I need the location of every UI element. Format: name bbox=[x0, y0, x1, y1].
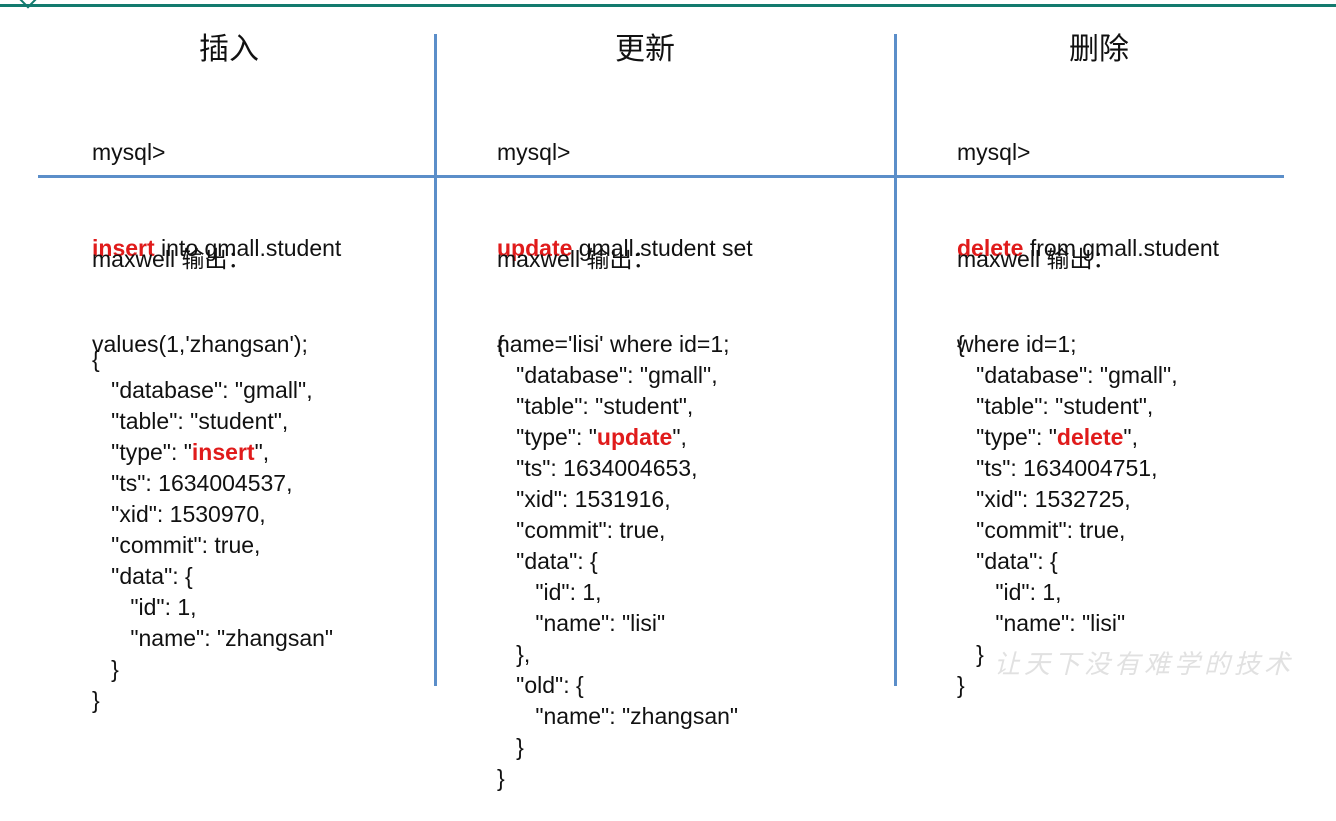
json-line: "old": { bbox=[497, 672, 584, 698]
json-line: "id": 1, bbox=[957, 579, 1062, 605]
json-line: "type": "delete", bbox=[957, 422, 1178, 453]
json-line: { bbox=[957, 331, 965, 357]
sql-prompt: mysql> bbox=[497, 139, 571, 165]
json-line: "table": "student", bbox=[497, 393, 694, 419]
json-line: }, bbox=[497, 641, 531, 667]
json-line: } bbox=[92, 687, 100, 713]
json-line: "table": "student", bbox=[957, 393, 1154, 419]
top-bar bbox=[0, 0, 1336, 9]
output-label: maxwell 输出： bbox=[92, 246, 251, 272]
json-type-value: delete bbox=[1056, 424, 1124, 450]
column-title-insert: 插入 bbox=[199, 33, 259, 66]
json-text: ", bbox=[254, 439, 270, 465]
json-line: "id": 1, bbox=[497, 579, 602, 605]
json-text: "type": " bbox=[497, 424, 597, 450]
output-label: maxwell 输出： bbox=[957, 246, 1116, 272]
output-block-insert: maxwell 输出： { "database": "gmall", "tabl… bbox=[92, 190, 333, 743]
json-line: "name": "zhangsan" bbox=[497, 703, 739, 729]
json-line: "xid": 1532725, bbox=[957, 486, 1131, 512]
json-line: "ts": 1634004653, bbox=[497, 455, 698, 481]
json-line: "type": "update", bbox=[497, 422, 738, 453]
sql-prompt: mysql> bbox=[92, 139, 166, 165]
column-divider-2 bbox=[894, 34, 897, 686]
json-line: "ts": 1634004751, bbox=[957, 455, 1158, 481]
json-line: { bbox=[92, 346, 100, 372]
json-line: "commit": true, bbox=[92, 532, 261, 558]
json-line: } bbox=[497, 765, 505, 791]
json-line: "data": { bbox=[497, 548, 598, 574]
json-text: ", bbox=[1123, 424, 1138, 450]
column-divider-1 bbox=[434, 34, 437, 686]
json-line: "xid": 1531916, bbox=[497, 486, 671, 512]
json-type-value: update bbox=[596, 424, 673, 450]
json-line: "table": "student", bbox=[92, 408, 289, 434]
json-output: { "database": "gmall", "table": "student… bbox=[497, 329, 738, 794]
json-line: "database": "gmall", bbox=[957, 362, 1178, 388]
sql-prompt: mysql> bbox=[957, 139, 1031, 165]
json-line: } bbox=[497, 734, 524, 760]
column-title-update: 更新 bbox=[615, 33, 675, 66]
json-line: "name": "zhangsan" bbox=[92, 625, 334, 651]
output-block-update: maxwell 输出： { "database": "gmall", "tabl… bbox=[497, 190, 738, 821]
json-line: "database": "gmall", bbox=[497, 362, 718, 388]
json-text: ", bbox=[672, 424, 687, 450]
watermark-slogan: 让天下没有难学的技术 bbox=[993, 649, 1294, 679]
json-text: "type": " bbox=[957, 424, 1057, 450]
json-text: "type": " bbox=[92, 439, 192, 465]
json-line: "name": "lisi" bbox=[497, 610, 666, 636]
json-line: "type": "insert", bbox=[92, 437, 333, 468]
json-line: "commit": true, bbox=[497, 517, 666, 543]
json-line: "database": "gmall", bbox=[92, 377, 313, 403]
json-line: "data": { bbox=[957, 548, 1058, 574]
column-title-delete: 删除 bbox=[1069, 33, 1129, 66]
json-output: { "database": "gmall", "table": "student… bbox=[92, 344, 333, 716]
json-line: } bbox=[92, 656, 119, 682]
top-bar-line bbox=[0, 4, 1336, 7]
json-type-value: insert bbox=[191, 439, 255, 465]
json-line: "name": "lisi" bbox=[957, 610, 1126, 636]
json-line: "commit": true, bbox=[957, 517, 1126, 543]
json-line: "ts": 1634004537, bbox=[92, 470, 293, 496]
json-line: "data": { bbox=[92, 563, 193, 589]
json-line: "id": 1, bbox=[92, 594, 197, 620]
json-line: "xid": 1530970, bbox=[92, 501, 266, 527]
json-line: { bbox=[497, 331, 505, 357]
output-label: maxwell 输出： bbox=[497, 246, 656, 272]
